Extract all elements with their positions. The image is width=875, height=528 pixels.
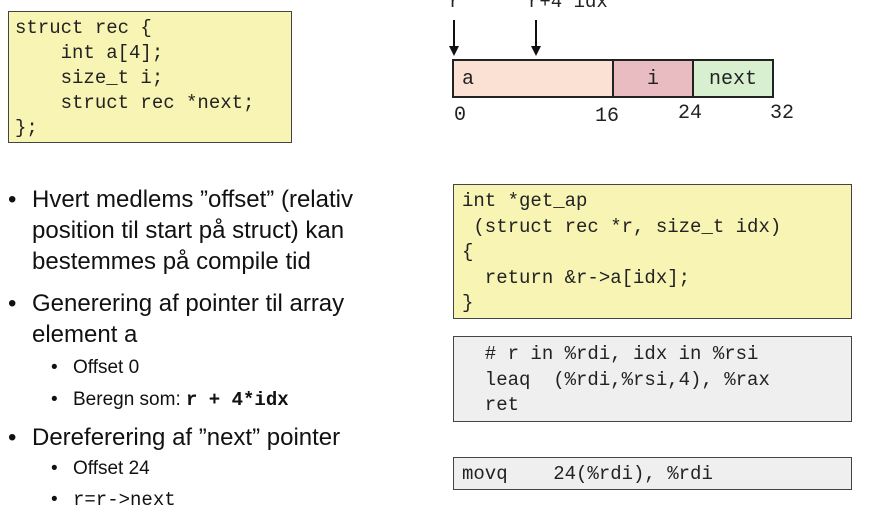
field-next-label: next [708, 68, 757, 91]
sub-bullet-next: • r=r->next [8, 486, 428, 514]
struct-line: }; [15, 117, 38, 139]
field-i-label: i [646, 68, 659, 91]
inline-code: r + 4*idx [186, 389, 289, 411]
struct-line: int a[4]; [15, 42, 164, 64]
bullet-text: position til start på struct) kan [32, 217, 345, 244]
bullet-text: Dereferering af ”next” pointer [32, 424, 341, 451]
bullet-icon: • [8, 424, 17, 451]
code-line: int *get_ap [462, 190, 588, 212]
assembly-code-box: # r in %rdi, idx in %rsi leaq (%rdi,%rsi… [453, 336, 852, 422]
bullet-icon: • [51, 389, 58, 410]
code-line: (struct rec *r, size_t idx) [462, 215, 782, 238]
code-line: { [462, 241, 474, 263]
bullet-icon: • [51, 458, 58, 479]
asm-line: # r in %rdi, idx in %rsi [462, 343, 759, 365]
offset-label: 24 [678, 102, 703, 125]
bullet-icon: • [51, 489, 58, 510]
offset-label: 16 [595, 105, 620, 128]
movq-line: movq 24(%rdi), %rdi [462, 463, 713, 485]
arrowhead-icon [449, 46, 459, 56]
struct-line: struct rec { [15, 17, 152, 39]
bullet-text: Generering af pointer til array [32, 290, 345, 317]
struct-definition-box: struct rec { int a[4]; size_t i; struct … [8, 11, 292, 143]
offset-label: 0 [454, 104, 467, 127]
pointer-label-r: r [449, 0, 461, 13]
field-next-cell: next [692, 59, 774, 98]
sub-bullet-text: Offset 24 [73, 458, 150, 479]
field-i-cell: i [612, 59, 694, 98]
struct-line: struct rec *next; [15, 92, 255, 114]
code-line: } [462, 292, 474, 314]
sub-bullet-text: Offset 0 [73, 357, 140, 378]
arrowhead-icon [531, 46, 541, 56]
sub-bullet-text: Beregn som: [73, 389, 186, 410]
pointer-label-r-plus-idx: r+4*idx [528, 0, 608, 13]
bullet-pointer-generation: • Generering af pointer til array elemen… [8, 288, 428, 350]
bullet-dereference: • Dereferering af ”next” pointer [8, 422, 428, 453]
bullet-offset: • Hvert medlems ”offset” (relativ positi… [8, 184, 428, 277]
sub-bullet-compute: • Beregn som: r + 4*idx [8, 386, 428, 414]
bullet-icon: • [8, 186, 17, 213]
offset-label: 32 [770, 102, 795, 125]
bullet-icon: • [8, 290, 17, 317]
bullet-text: Hvert medlems ”offset” (relativ [32, 186, 353, 213]
memory-layout-diagram: r r+4*idx a i next 0 16 24 32 [440, 0, 820, 130]
field-a-cell: a [452, 59, 614, 98]
movq-code-box: movq 24(%rdi), %rdi [453, 457, 852, 490]
sub-bullet-offset-24: • Offset 24 [8, 455, 428, 483]
bullet-text: bestemmes på compile tid [32, 248, 311, 275]
bullet-icon: • [51, 357, 58, 378]
asm-line: leaq (%rdi,%rsi,4), %rax [462, 368, 770, 391]
bullet-text: element a [32, 321, 138, 348]
inline-code: r=r->next [73, 489, 176, 511]
sub-bullet-offset-0: • Offset 0 [8, 354, 428, 382]
code-line: return &r->a[idx]; [462, 266, 691, 289]
asm-line: ret [462, 394, 520, 416]
bullet-list: • Hvert medlems ”offset” (relativ positi… [8, 184, 428, 514]
struct-line: size_t i; [15, 67, 164, 89]
get-ap-code-box: int *get_ap (struct rec *r, size_t idx) … [453, 184, 852, 319]
field-a-label: a [462, 68, 475, 91]
